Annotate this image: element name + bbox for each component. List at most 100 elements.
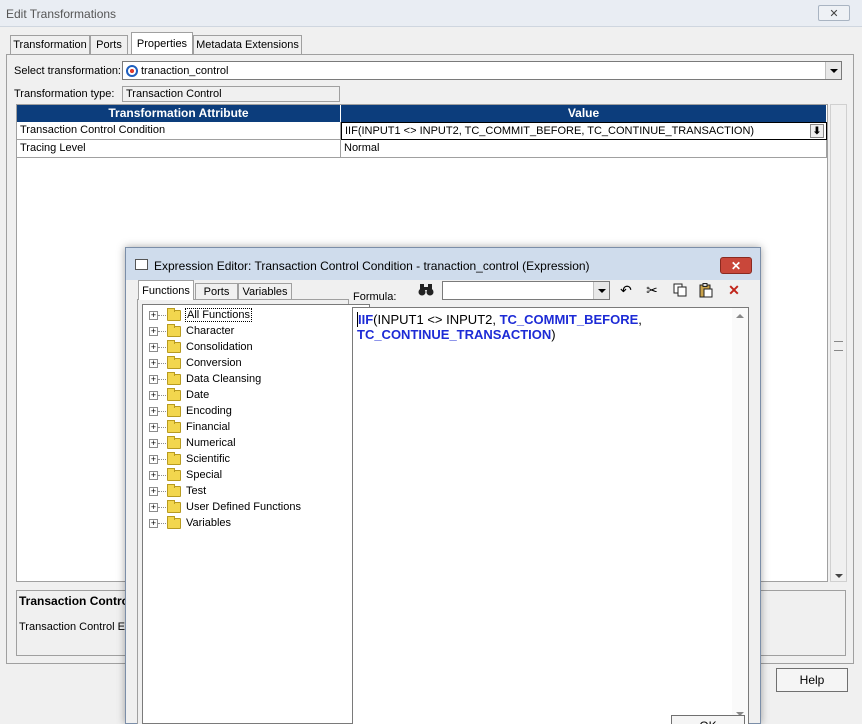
- functions-tree[interactable]: + All Functions + Character + Consolidation…: [142, 304, 370, 724]
- folder-icon: [167, 419, 181, 433]
- tree-item-scientific[interactable]: + Scientific: [149, 451, 231, 467]
- expand-icon[interactable]: +: [149, 486, 158, 496]
- select-transformation-value: tranaction_control: [141, 64, 229, 77]
- grid-vertical-scrollbar[interactable]: [830, 104, 847, 582]
- tree-item-data-cleansing[interactable]: + Data Cleansing: [149, 371, 262, 387]
- tab-label: Functions: [142, 284, 190, 297]
- tree-item-label: Financial: [186, 421, 231, 433]
- expand-icon[interactable]: +: [149, 374, 158, 384]
- folder-icon: [167, 339, 181, 353]
- folder-icon: [167, 451, 181, 465]
- formula-search-combo[interactable]: [442, 281, 610, 300]
- outer-close-button[interactable]: ✕: [818, 5, 850, 21]
- grid-cell-attribute[interactable]: Tracing Level: [17, 140, 341, 158]
- tree-item-financial[interactable]: + Financial: [149, 419, 231, 435]
- tree-item-label: Date: [186, 389, 210, 401]
- find-button[interactable]: [416, 280, 436, 300]
- formula-search-dropdown-button[interactable]: [593, 282, 609, 299]
- select-dropdown-button[interactable]: [825, 62, 841, 79]
- select-transformation-combo[interactable]: tranaction_control: [122, 61, 842, 80]
- expand-icon[interactable]: +: [149, 422, 158, 432]
- tree-item-test[interactable]: + Test: [149, 483, 207, 499]
- paste-button[interactable]: [696, 280, 716, 300]
- formula-text[interactable]: IIF(INPUT1 <> INPUT2, TC_COMMIT_BEFORE, T…: [357, 312, 732, 342]
- tab-metadata-extensions[interactable]: Metadata Extensions: [193, 35, 302, 54]
- folder-icon: [167, 371, 181, 385]
- tree-item-encoding[interactable]: + Encoding: [149, 403, 233, 419]
- tree-item-label: Consolidation: [186, 341, 253, 353]
- tree-item-numerical[interactable]: + Numerical: [149, 435, 237, 451]
- folder-icon: [167, 483, 181, 497]
- tab-transformation[interactable]: Transformation: [10, 35, 90, 54]
- open-expression-editor-button[interactable]: ⬇: [810, 124, 824, 138]
- tree-item-special[interactable]: + Special: [149, 467, 223, 483]
- expression-editor-close-button[interactable]: ✕: [720, 257, 752, 274]
- grid-cell-value-editing[interactable]: IIF(INPUT1 <> INPUT2, TC_COMMIT_BEFORE, …: [341, 122, 827, 140]
- expand-icon[interactable]: +: [149, 390, 158, 400]
- tab-expr-ports[interactable]: Ports: [195, 283, 238, 300]
- formula-label: Formula:: [353, 291, 397, 303]
- expand-icon[interactable]: +: [149, 518, 158, 528]
- expand-icon[interactable]: +: [149, 502, 158, 512]
- condition-value-text: IIF(INPUT1 <> INPUT2, TC_COMMIT_BEFORE, …: [345, 125, 755, 137]
- tab-label: Metadata Extensions: [196, 39, 299, 51]
- tree-item-user-defined-functions[interactable]: + User Defined Functions: [149, 499, 302, 515]
- grid-header-value[interactable]: Value: [341, 105, 827, 122]
- grid-cell-value[interactable]: Normal: [341, 140, 827, 158]
- expand-icon[interactable]: +: [149, 470, 158, 480]
- tab-label: Variables: [242, 286, 288, 298]
- tree-item-label: Conversion: [186, 357, 242, 369]
- copy-icon: [673, 283, 687, 297]
- tree-item-all-functions[interactable]: + All Functions: [149, 307, 252, 323]
- delete-button[interactable]: ✕: [724, 280, 744, 300]
- formula-keyword: TC_COMMIT_BEFORE: [499, 312, 639, 327]
- expand-icon[interactable]: +: [149, 438, 158, 448]
- scroll-down-icon[interactable]: [835, 574, 843, 578]
- tree-item-consolidation[interactable]: + Consolidation: [149, 339, 254, 355]
- transformation-type-value: Transaction Control: [122, 86, 340, 102]
- description-title: Transaction Control: [19, 594, 133, 608]
- expand-icon[interactable]: +: [149, 310, 158, 320]
- tab-functions[interactable]: Functions: [138, 280, 194, 300]
- expand-icon[interactable]: +: [149, 342, 158, 352]
- undo-icon: ↶: [620, 281, 632, 298]
- tab-variables[interactable]: Variables: [238, 283, 292, 300]
- tree-item-character[interactable]: + Character: [149, 323, 235, 339]
- tab-properties[interactable]: Properties: [131, 32, 193, 54]
- formula-close: ): [551, 327, 556, 342]
- tree-item-label: Numerical: [186, 437, 236, 449]
- close-icon: ✕: [829, 7, 839, 20]
- copy-button[interactable]: [670, 280, 690, 300]
- scroll-up-icon[interactable]: [736, 314, 744, 318]
- help-button[interactable]: Help: [776, 668, 848, 692]
- formula-function: IIF: [357, 312, 374, 327]
- tab-ports[interactable]: Ports: [90, 35, 128, 54]
- expand-icon[interactable]: +: [149, 358, 158, 368]
- formula-keyword: TC_CONTINUE_TRANSACTION: [357, 327, 552, 342]
- chevron-down-icon: [597, 288, 606, 293]
- folder-icon: [167, 467, 181, 481]
- folder-icon: [167, 403, 181, 417]
- scissors-icon: ✂: [646, 281, 658, 298]
- tree-item-date[interactable]: + Date: [149, 387, 210, 403]
- grid-header-attribute[interactable]: Transformation Attribute: [17, 105, 341, 122]
- tree-item-conversion[interactable]: + Conversion: [149, 355, 243, 371]
- expand-icon[interactable]: +: [149, 454, 158, 464]
- cut-button[interactable]: ✂: [642, 280, 662, 300]
- formula-editor[interactable]: IIF(INPUT1 <> INPUT2, TC_COMMIT_BEFORE, T…: [352, 307, 749, 724]
- description-text: Transaction Control Ex: [19, 621, 131, 633]
- formula-vertical-scrollbar[interactable]: [732, 308, 748, 724]
- tab-label: Ports: [203, 286, 230, 298]
- folder-icon: [167, 387, 181, 401]
- expand-icon[interactable]: +: [149, 406, 158, 416]
- tab-label: Transformation: [13, 39, 87, 51]
- tree-item-label: Variables: [186, 517, 232, 529]
- window-icon: [135, 259, 148, 270]
- tree-item-variables[interactable]: + Variables: [149, 515, 232, 531]
- tree-item-label: Special: [186, 469, 223, 481]
- expand-icon[interactable]: +: [149, 326, 158, 336]
- formula-search-value: [443, 282, 446, 299]
- ok-button[interactable]: OK: [671, 715, 745, 724]
- grid-cell-attribute[interactable]: Transaction Control Condition: [17, 122, 341, 140]
- undo-button[interactable]: ↶: [616, 280, 636, 300]
